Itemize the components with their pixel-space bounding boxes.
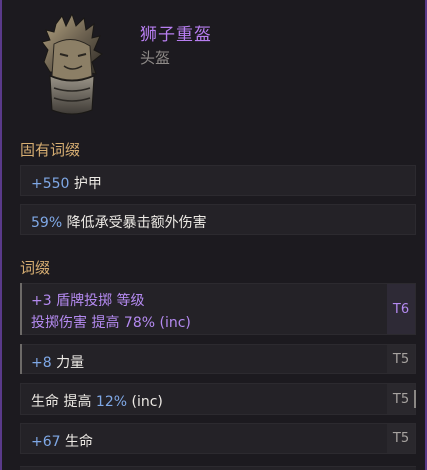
affix-row-strength: +8 力量 T5 — [20, 344, 416, 374]
affix-row-life: +67 生命 T5 — [20, 423, 416, 454]
affix-life-inc-label: 生命 提高 — [31, 394, 96, 410]
affix-life-value: +67 — [31, 434, 61, 450]
affix-throw-damage-label: 投掷伤害 提高 — [31, 315, 124, 331]
implicit-row-crit-reduction: 59% 降低承受暴击额外伤害 — [20, 204, 416, 235]
affix-life-inc-value: 12% — [95, 394, 128, 410]
affix-section-title: 词缀 — [20, 259, 51, 277]
affix-row-marker — [20, 283, 22, 335]
affix-row-life-increase: 生命 提高 12% (inc) T5 — [20, 383, 416, 415]
affix-shield-throw-level: +3 盾牌投掷 等级 — [31, 293, 145, 309]
affix-strength-label: 力量 — [51, 355, 85, 371]
affix-row-shield-throw: +3 盾牌投掷 等级 投掷伤害 提高 78% (inc) T6 — [20, 283, 416, 335]
tier-badge: T5 — [387, 384, 415, 414]
tier-badge: T5 — [387, 424, 415, 453]
affix-life-label: 生命 — [60, 434, 93, 450]
tier-badge: T5 — [387, 345, 415, 373]
implicit-crit-label: 降低承受暴击额外伤害 — [62, 215, 207, 231]
implicit-section-title: 固有词缀 — [20, 141, 81, 159]
next-row-cutoff — [20, 462, 416, 470]
item-name: 狮子重盔 — [140, 25, 212, 45]
implicit-crit-value: 59% — [31, 215, 63, 231]
lion-helmet-icon — [36, 12, 108, 120]
item-type: 头盔 — [140, 49, 171, 67]
affix-row-marker — [20, 344, 22, 374]
implicit-row-armor: +550 护甲 — [20, 165, 416, 196]
affix-throw-damage-suffix: (inc) — [155, 315, 191, 331]
affix-throw-damage-value: 78% — [123, 315, 156, 331]
affix-strength-value: +8 — [31, 355, 52, 371]
affix-row-marker-right — [414, 390, 416, 408]
implicit-armor-value: +550 — [31, 176, 70, 192]
item-tooltip: 狮子重盔 头盔 固有词缀 +550 护甲 59% 降低承受暴击额外伤害 词缀 +… — [0, 0, 427, 470]
affix-life-inc-suffix: (inc) — [127, 394, 163, 410]
tier-badge: T6 — [387, 284, 415, 334]
implicit-armor-label: 护甲 — [69, 176, 102, 192]
